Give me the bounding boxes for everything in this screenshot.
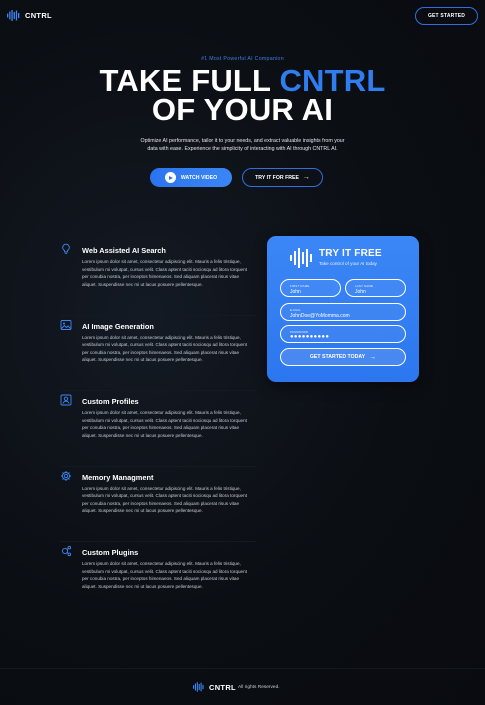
- last-name-field[interactable]: LAST NAME John: [345, 279, 406, 297]
- gear-icon: [61, 470, 71, 481]
- lightbulb-icon: [62, 243, 70, 254]
- feature-item: Custom Plugins Lorem ipsum dolor sit ame…: [60, 542, 256, 618]
- try-free-button[interactable]: TRY IT FOR FREE →: [242, 168, 323, 187]
- last-name-value: John: [355, 288, 366, 295]
- card-title: TRY IT FREE: [319, 248, 382, 259]
- signup-card: TRY IT FREE Take control of your AI toda…: [267, 236, 419, 382]
- feature-title: Memory Managment: [82, 472, 154, 482]
- copyright-text: All rights Reserved.: [238, 685, 280, 690]
- feature-item: Web Assisted AI Search Lorem ipsum dolor…: [60, 240, 256, 316]
- landing-page: CNTRL GET STARTED #1 Most Powerful AI Co…: [0, 0, 485, 705]
- soundwave-logo-icon: [7, 10, 20, 21]
- password-field[interactable]: PASSWORD ●●●●●●●●●●: [280, 325, 406, 343]
- feature-item: Custom Profiles Lorem ipsum dolor sit am…: [60, 391, 256, 467]
- footer: CNTRL All rights Reserved.: [0, 668, 485, 705]
- submit-label: GET STARTED TODAY: [309, 354, 366, 360]
- email-label: E-MAIL: [290, 307, 301, 312]
- feature-list: Web Assisted AI Search Lorem ipsum dolor…: [60, 240, 256, 618]
- first-name-value: John: [290, 288, 301, 295]
- feature-item: Memory Managment Lorem ipsum dolor sit a…: [60, 467, 256, 542]
- feature-title: AI Image Generation: [82, 321, 154, 331]
- first-name-label: FIRST NAME: [290, 283, 310, 288]
- get-started-today-button[interactable]: GET STARTED TODAY →: [280, 348, 406, 366]
- arrow-right-icon: →: [302, 174, 310, 181]
- hero-section: #1 Most Powerful AI Companion TAKE FULL …: [0, 56, 485, 187]
- soundwave-logo-icon: [193, 682, 204, 692]
- feature-body: Lorem ipsum dolor sit amet, consectetur …: [82, 561, 247, 589]
- hero-headline: TAKE FULL CNTRL OF YOUR AI: [0, 65, 485, 127]
- image-icon: [60, 319, 72, 330]
- profile-icon: [60, 394, 72, 406]
- play-icon: [164, 172, 176, 183]
- hero-eyebrow: #1 Most Powerful AI Companion: [201, 56, 284, 62]
- feature-body: Lorem ipsum dolor sit amet, consectetur …: [82, 259, 247, 287]
- feature-title: Custom Profiles: [82, 397, 139, 406]
- feature-title: Web Assisted AI Search: [82, 246, 166, 255]
- hero-subtext: Optimize AI performance, tailor it to yo…: [140, 138, 345, 153]
- top-nav: CNTRL GET STARTED: [0, 0, 485, 34]
- get-started-button[interactable]: GET STARTED: [415, 7, 478, 25]
- plugin-icon: [61, 545, 72, 557]
- soundwave-logo-icon: [290, 248, 312, 268]
- feature-body: Lorem ipsum dolor sit amet, consectetur …: [82, 485, 247, 514]
- headline-line2: OF YOUR AI: [151, 92, 334, 127]
- brand-name: CNTRL: [25, 11, 52, 20]
- try-free-label: TRY IT FOR FREE: [255, 174, 299, 181]
- email-field[interactable]: E-MAIL JohnDoe@YoMomma.com: [280, 303, 406, 321]
- watch-video-label: WATCH VIDEO: [180, 174, 218, 181]
- brand-logo[interactable]: CNTRL: [7, 10, 52, 21]
- feature-body: Lorem ipsum dolor sit amet, consectetur …: [82, 410, 247, 438]
- card-subtitle: Take control of your AI today: [319, 261, 377, 266]
- feature-title: Custom Plugins: [82, 548, 139, 557]
- last-name-label: LAST NAME: [355, 283, 374, 288]
- email-value: JohnDoe@YoMomma.com: [290, 312, 350, 319]
- feature-body: Lorem ipsum dolor sit amet, consectetur …: [82, 334, 247, 363]
- footer-logo[interactable]: CNTRL: [193, 682, 236, 692]
- hero-buttons: WATCH VIDEO TRY IT FOR FREE →: [0, 168, 485, 188]
- first-name-field[interactable]: FIRST NAME John: [280, 279, 341, 297]
- feature-item: AI Image Generation Lorem ipsum dolor si…: [60, 316, 256, 391]
- footer-brand-name: CNTRL: [209, 682, 236, 692]
- arrow-right-icon: →: [369, 353, 377, 361]
- watch-video-button[interactable]: WATCH VIDEO: [150, 168, 232, 187]
- password-value: ●●●●●●●●●●: [290, 333, 330, 340]
